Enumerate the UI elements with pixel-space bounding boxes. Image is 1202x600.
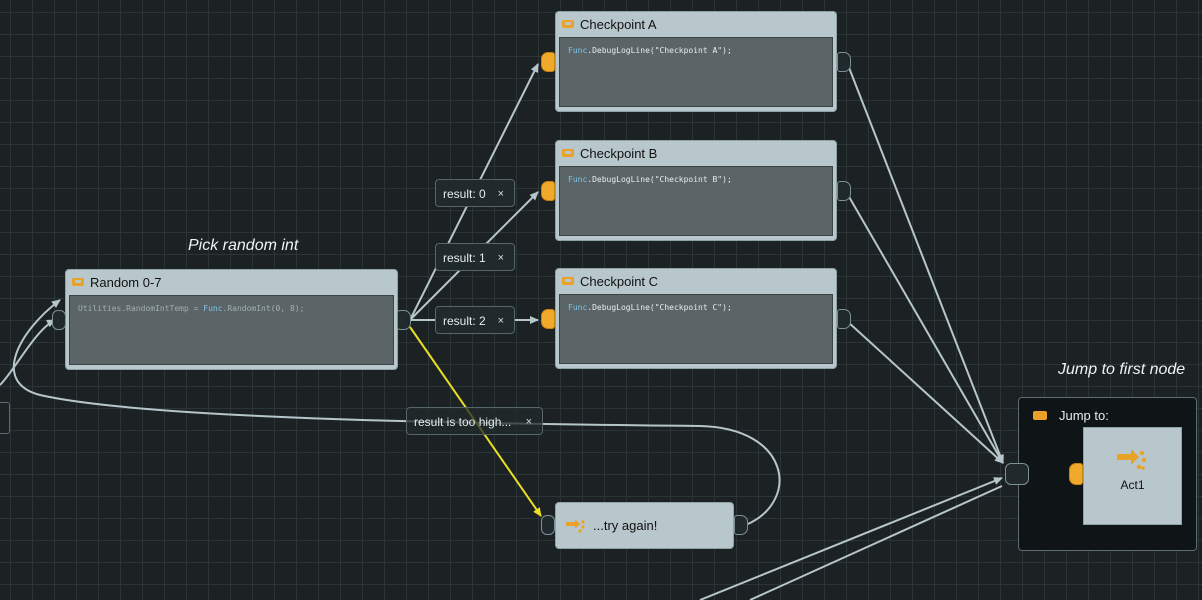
jump-in-port[interactable]: [1005, 463, 1029, 485]
random-node-out-port[interactable]: [397, 310, 411, 330]
code-text: .DebugLogLine("Checkpoint B");: [587, 175, 732, 184]
code-class: Func: [568, 175, 588, 184]
action-icon: [562, 20, 574, 28]
retry-node-out-port[interactable]: [734, 515, 748, 535]
checkpoint-c-in-port[interactable]: [541, 309, 555, 329]
checkpoint-c-out-port[interactable]: [837, 309, 851, 329]
retry-node-title: ...try again!: [593, 518, 658, 533]
condition-result-0[interactable]: result: 0 ×: [435, 179, 515, 207]
act1-in-port[interactable]: [1069, 463, 1083, 485]
checkpoint-a-out-port[interactable]: [837, 52, 851, 72]
random-node-in-port[interactable]: [52, 310, 66, 330]
checkpoint-a-node[interactable]: Checkpoint A Func.DebugLogLine("Checkpoi…: [555, 11, 837, 112]
wire-c-to-jump: [847, 321, 1004, 464]
random-node-code[interactable]: Utilities.RandomIntTemp = Func.RandomInt…: [69, 295, 394, 365]
act-target-icon: [1117, 449, 1147, 470]
action-icon: [1033, 411, 1047, 420]
wire-b-to-jump: [847, 194, 1004, 464]
remove-condition-icon[interactable]: ×: [498, 244, 504, 272]
retry-node-in-port[interactable]: [541, 515, 555, 535]
comment-pick-random: Pick random int: [188, 237, 299, 254]
condition-label: result: 2: [443, 314, 486, 328]
random-node-title: Random 0-7: [90, 275, 162, 290]
code-class: Utilities: [78, 304, 122, 313]
checkpoint-b-node[interactable]: Checkpoint B Func.DebugLogLine("Checkpoi…: [555, 140, 837, 241]
checkpoint-a-title: Checkpoint A: [580, 17, 657, 32]
code-class: Func: [568, 46, 588, 55]
jump-to-title: Jump to:: [1059, 408, 1109, 423]
code-text: .RandomInt(0, 8);: [222, 304, 305, 313]
random-node[interactable]: Random 0-7 Utilities.RandomIntTemp = Fun…: [65, 269, 398, 370]
comment-jump-first: Jump to first node: [1058, 361, 1186, 378]
condition-label: result: 1: [443, 251, 486, 265]
checkpoint-b-code[interactable]: Func.DebugLogLine("Checkpoint B");: [559, 166, 833, 236]
action-icon: [562, 149, 574, 157]
checkpoint-a-code[interactable]: Func.DebugLogLine("Checkpoint A");: [559, 37, 833, 107]
wire-bottom-incoming-1: [699, 477, 1003, 600]
retry-node[interactable]: ...try again!: [555, 502, 734, 549]
code-class: Func: [568, 303, 588, 312]
checkpoint-c-node[interactable]: Checkpoint C Func.DebugLogLine("Checkpoi…: [555, 268, 837, 369]
action-icon: [72, 278, 84, 286]
checkpoint-c-code[interactable]: Func.DebugLogLine("Checkpoint C");: [559, 294, 833, 364]
wire-a-to-jump: [847, 64, 1004, 464]
code-text: .DebugLogLine("Checkpoint C");: [587, 303, 732, 312]
condition-result-2[interactable]: result: 2 ×: [435, 306, 515, 334]
wire-bottom-incoming-2: [749, 485, 1003, 600]
condition-label: result is too high...: [414, 415, 512, 429]
checkpoint-a-in-port[interactable]: [541, 52, 555, 72]
checkpoint-b-out-port[interactable]: [837, 181, 851, 201]
remove-condition-icon[interactable]: ×: [498, 307, 504, 335]
wire-left-stub: [0, 319, 56, 386]
jump-arrow-icon: [566, 519, 585, 533]
condition-label: result: 0: [443, 187, 486, 201]
checkpoint-c-title: Checkpoint C: [580, 274, 659, 289]
remove-condition-icon[interactable]: ×: [526, 408, 532, 436]
action-icon: [562, 277, 574, 285]
code-text: .DebugLogLine("Checkpoint A");: [587, 46, 732, 55]
act1-label: Act1: [1120, 478, 1145, 492]
code-class: Func: [203, 304, 223, 313]
condition-result-too-high[interactable]: result is too high... ×: [406, 407, 543, 435]
code-text: .RandomIntTemp =: [121, 304, 204, 313]
offscreen-node-stub[interactable]: [0, 402, 10, 434]
checkpoint-b-in-port[interactable]: [541, 181, 555, 201]
act1-card[interactable]: Act1: [1083, 427, 1182, 525]
checkpoint-b-title: Checkpoint B: [580, 146, 658, 161]
remove-condition-icon[interactable]: ×: [498, 180, 504, 208]
condition-result-1[interactable]: result: 1 ×: [435, 243, 515, 271]
